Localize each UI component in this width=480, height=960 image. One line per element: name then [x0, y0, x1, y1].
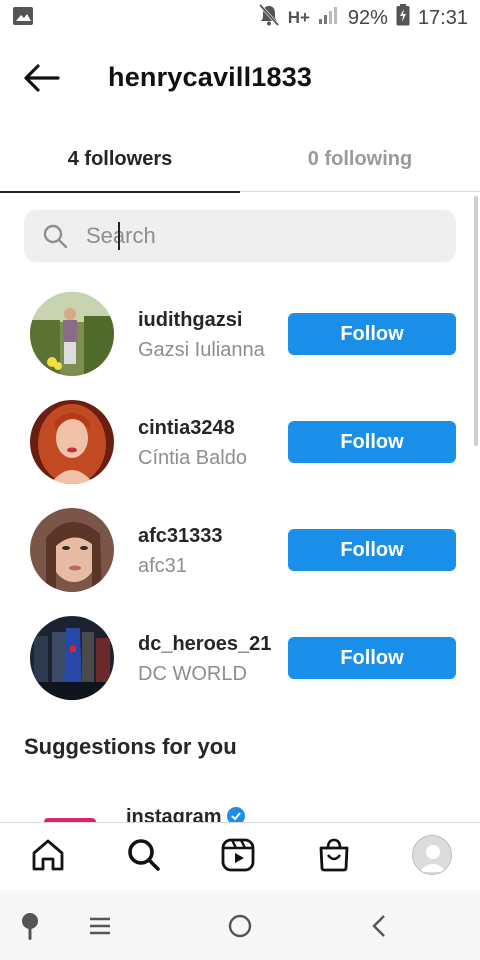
follower-username[interactable]: iudithgazsi: [138, 309, 242, 332]
battery-percent: 92%: [347, 6, 388, 29]
follower-username[interactable]: afc31333: [138, 525, 223, 548]
recents-button[interactable]: [84, 910, 116, 942]
bottom-nav: [0, 822, 480, 890]
follower-username[interactable]: dc_heroes_21: [138, 633, 271, 656]
suggestions-title: Suggestions for you: [24, 734, 237, 759]
list-item[interactable]: iudithgazsi Gazsi Iulianna Follow: [0, 280, 480, 388]
suggestion-username[interactable]: instagram: [126, 806, 222, 822]
mute-icon: [258, 3, 280, 33]
search-icon: [128, 839, 160, 871]
follow-button[interactable]: Follow: [288, 637, 456, 679]
home-system-button[interactable]: [224, 910, 256, 942]
battery-icon: [396, 4, 410, 32]
assistant-button[interactable]: [14, 910, 46, 942]
follow-button[interactable]: Follow: [288, 421, 456, 463]
nav-profile-button[interactable]: [412, 835, 452, 875]
tab-following[interactable]: 0 following: [240, 126, 480, 192]
follow-button[interactable]: Follow: [288, 313, 456, 355]
signal-icon: [318, 5, 340, 31]
shop-icon: [319, 838, 349, 872]
list-item[interactable]: dc_heroes_21 DC WORLD Follow: [0, 604, 480, 712]
gallery-notification-icon: [12, 6, 34, 31]
nav-home-button[interactable]: [30, 837, 70, 877]
page-title: henrycavill1833: [108, 62, 313, 92]
list-item[interactable]: cintia3248 Cíntia Baldo Follow: [0, 388, 480, 496]
chevron-left-icon: [372, 915, 385, 937]
avatar[interactable]: [30, 508, 114, 592]
profile-icon: [419, 845, 447, 872]
back-button[interactable]: [22, 62, 62, 94]
back-system-button[interactable]: [364, 910, 396, 942]
arrow-left-icon: [24, 64, 60, 92]
follower-username[interactable]: cintia3248: [138, 417, 235, 440]
pin-icon: [22, 913, 38, 940]
avatar[interactable]: [30, 400, 114, 484]
circle-icon: [228, 914, 252, 938]
status-bar: H+ 92% 17:31: [0, 0, 480, 36]
follower-full-name: Gazsi Iulianna: [138, 339, 265, 361]
clock: 17:31: [417, 6, 468, 29]
avatar[interactable]: [30, 616, 114, 700]
follow-button[interactable]: Follow: [288, 529, 456, 571]
follower-full-name: DC WORLD: [138, 663, 247, 685]
system-nav-bar: [0, 890, 480, 960]
nav-search-button[interactable]: [126, 837, 166, 877]
list-item[interactable]: afc31333 afc31 Follow: [0, 496, 480, 604]
tab-bar: 4 followers 0 following: [0, 126, 480, 193]
nav-shop-button[interactable]: [316, 837, 356, 877]
reels-icon: [221, 838, 255, 872]
network-type: H+: [287, 8, 310, 27]
follower-full-name: Cíntia Baldo: [138, 447, 247, 469]
search-icon: [43, 224, 68, 249]
nav-reels-button[interactable]: [220, 837, 260, 877]
avatar[interactable]: [30, 292, 114, 376]
text-cursor: [118, 222, 120, 250]
home-icon: [32, 839, 64, 871]
header: henrycavill1833: [0, 44, 480, 114]
follower-full-name: afc31: [138, 555, 187, 577]
search-input[interactable]: [86, 223, 406, 249]
verified-badge-icon: [226, 806, 246, 822]
search-bar[interactable]: [24, 210, 456, 262]
tab-followers[interactable]: 4 followers: [0, 126, 240, 193]
menu-lines-icon: [90, 917, 110, 935]
